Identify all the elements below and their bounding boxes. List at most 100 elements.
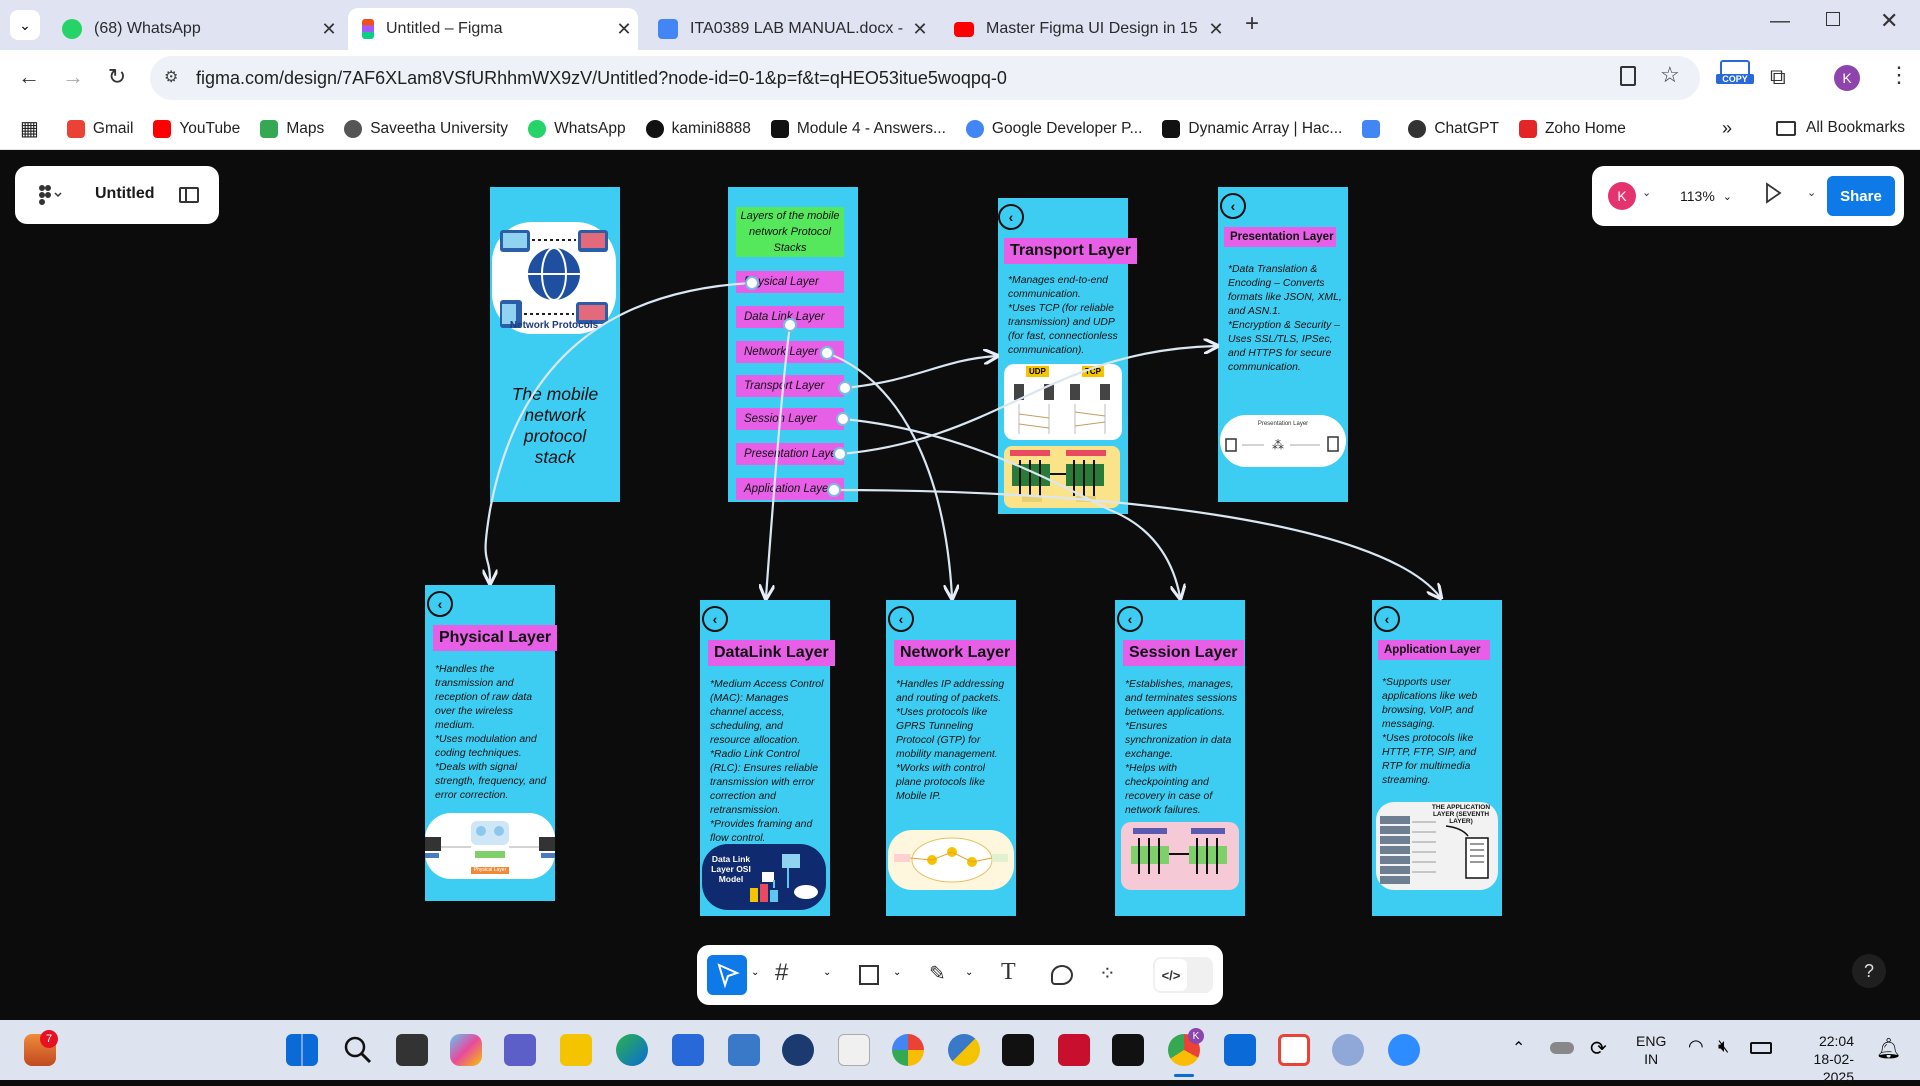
bookmark-saveetha[interactable]: Saveetha University	[344, 119, 508, 138]
browser-menu-icon[interactable]: ⋮	[1888, 62, 1910, 88]
forward-icon[interactable]: →	[58, 64, 88, 90]
bookmark-docs[interactable]	[1362, 119, 1388, 138]
back-arrow-icon[interactable]: ‹	[702, 606, 728, 632]
chrome-icon[interactable]: K	[1168, 1028, 1204, 1066]
close-icon[interactable]: ✕	[610, 19, 638, 40]
tab-lab-manual[interactable]: ITA0389 LAB MANUAL.docx - G ✕	[644, 8, 934, 50]
onedrive-icon[interactable]	[1550, 1042, 1574, 1054]
bookmark-maps[interactable]: Maps	[260, 119, 324, 138]
bookmark-github[interactable]: kamini8888	[645, 119, 751, 138]
close-icon[interactable]: ✕	[1202, 19, 1230, 40]
file-explorer-icon[interactable]	[560, 1034, 592, 1066]
back-arrow-icon[interactable]: ‹	[1220, 193, 1246, 219]
more-bookmarks-icon[interactable]: »	[1722, 118, 1732, 139]
teams-icon[interactable]	[504, 1034, 536, 1066]
back-arrow-icon[interactable]: ‹	[427, 591, 453, 617]
bookmark-whatsapp[interactable]: WhatsApp	[528, 119, 626, 138]
language-indicator[interactable]: ENG IN	[1636, 1032, 1666, 1068]
python-icon[interactable]	[948, 1034, 980, 1066]
chevron-down-icon[interactable]: ⌄	[893, 967, 901, 978]
copy-extension-icon[interactable]: COPY	[1716, 60, 1754, 96]
stack-frame[interactable]: Layers of the mobile network Protocol St…	[728, 187, 858, 502]
tab-search-button[interactable]: ⌄	[10, 10, 40, 40]
physical-frame[interactable]: ‹ Physical Layer *Handles the transmissi…	[425, 585, 558, 901]
stack-item-physical[interactable]: Physical Layer	[736, 271, 844, 293]
apps-icon[interactable]: ▦	[20, 116, 39, 141]
terminal-icon[interactable]	[1112, 1034, 1144, 1066]
bookmark-gmail[interactable]: Gmail	[66, 119, 133, 138]
zoom-level[interactable]: 113% ⌄	[1670, 180, 1742, 212]
user-avatar[interactable]: K	[1608, 182, 1636, 210]
address-bar[interactable]: ⚙ figma.com/design/7AF6XLam8VSfURhhmWX9z…	[150, 56, 1700, 100]
chevron-down-icon[interactable]: ⌄	[751, 967, 759, 978]
help-button[interactable]: ?	[1852, 954, 1886, 988]
chevron-down-icon[interactable]: ⌄	[965, 967, 973, 978]
zoom-icon[interactable]	[1388, 1034, 1420, 1066]
clipboard-icon[interactable]	[1620, 66, 1636, 86]
tab-whatsapp[interactable]: (68) WhatsApp ✕	[48, 8, 343, 50]
network-frame[interactable]: ‹ Network Layer *Handles IP addressing a…	[886, 600, 1017, 916]
transport-frame[interactable]: ‹ Transport Layer *Manages end-to-end co…	[998, 198, 1137, 514]
notepad-icon[interactable]	[728, 1034, 760, 1066]
mcafee-icon[interactable]	[1058, 1034, 1090, 1066]
star-icon[interactable]: ☆	[1660, 62, 1680, 88]
sidebar-toggle-icon[interactable]	[179, 187, 199, 203]
bookmark-module4[interactable]: Module 4 - Answers...	[770, 119, 946, 138]
volume-muted-icon[interactable]: 🔇︎	[1718, 1036, 1729, 1057]
back-arrow-icon[interactable]: ‹	[998, 204, 1024, 230]
site-info-icon[interactable]: ⚙	[164, 67, 178, 87]
figma-canvas[interactable]: Network Protocols The mobile network pro…	[0, 150, 1920, 1020]
close-window-button[interactable]: ✕	[1880, 8, 1898, 34]
bookmark-youtube[interactable]: YouTube	[153, 119, 240, 138]
stack-item-application[interactable]: Application Layer	[736, 478, 844, 500]
chevron-down-icon[interactable]: ⌄	[1807, 186, 1816, 199]
file-name[interactable]: Untitled	[95, 185, 155, 203]
copilot-icon[interactable]	[450, 1034, 482, 1066]
rectangle-tool-icon[interactable]	[859, 965, 879, 985]
comment-tool-icon[interactable]	[1051, 965, 1073, 985]
stack-item-presentation[interactable]: Presentation Layer	[736, 443, 844, 465]
bookmark-google-dev[interactable]: Google Developer P...	[965, 119, 1142, 138]
task-view-icon[interactable]	[396, 1034, 428, 1066]
app-icon[interactable]	[782, 1034, 814, 1066]
new-tab-button[interactable]: +	[1245, 10, 1259, 38]
myhp-icon[interactable]	[672, 1034, 704, 1066]
datalink-frame[interactable]: ‹ DataLink Layer *Medium Access Control …	[700, 600, 835, 916]
back-arrow-icon[interactable]: ‹	[1117, 606, 1143, 632]
bookmark-chatgpt[interactable]: ChatGPT	[1408, 119, 1499, 138]
bookmark-zoho[interactable]: Zoho Home	[1518, 119, 1626, 138]
battery-icon[interactable]	[1750, 1042, 1772, 1054]
edge-icon[interactable]	[616, 1034, 648, 1066]
store-icon[interactable]	[1224, 1034, 1256, 1066]
r-app-icon[interactable]	[1332, 1034, 1364, 1066]
stack-item-transport[interactable]: Transport Layer	[736, 375, 844, 397]
notifications-icon[interactable]: 🔔︎	[1876, 1036, 1901, 1061]
restore-button[interactable]	[1826, 12, 1840, 26]
all-bookmarks[interactable]: All Bookmarks	[1776, 119, 1905, 137]
close-icon[interactable]: ✕	[315, 19, 343, 40]
figma-menu-icon[interactable]	[33, 183, 63, 207]
session-frame[interactable]: ‹ Session Layer *Establishes, manages, a…	[1115, 600, 1245, 916]
profile-avatar[interactable]: K	[1834, 65, 1860, 91]
back-arrow-icon[interactable]: ‹	[888, 606, 914, 632]
chevron-down-icon[interactable]: ⌄	[1642, 186, 1651, 199]
play-icon[interactable]	[1764, 182, 1782, 204]
actions-tool-icon[interactable]: ⁘	[1099, 961, 1116, 986]
search-icon[interactable]	[342, 1034, 374, 1066]
clock[interactable]: 22:04 18-02-2025	[1786, 1032, 1854, 1086]
presentation-frame[interactable]: ‹ Presentation Layer *Data Translation &…	[1218, 187, 1348, 502]
gmail-icon[interactable]	[1278, 1034, 1310, 1066]
tab-youtube[interactable]: Master Figma UI Design in 15 M ✕	[940, 8, 1230, 50]
chevron-down-icon[interactable]: ⌄	[823, 967, 831, 978]
pen-tool-icon[interactable]: ✎	[929, 961, 946, 986]
google-icon[interactable]	[892, 1034, 924, 1066]
wifi-icon[interactable]: ◠	[1688, 1036, 1704, 1057]
stack-item-network[interactable]: Network Layer	[736, 341, 844, 363]
frame-tool-icon[interactable]: #	[775, 959, 788, 987]
close-icon[interactable]: ✕	[906, 19, 934, 40]
back-icon[interactable]: ←	[14, 64, 44, 90]
tab-figma[interactable]: Untitled – Figma ✕	[348, 8, 638, 50]
paint-icon[interactable]	[838, 1034, 870, 1066]
main-frame[interactable]: Network Protocols The mobile network pro…	[490, 187, 620, 502]
stack-item-session[interactable]: Session Layer	[736, 408, 844, 430]
